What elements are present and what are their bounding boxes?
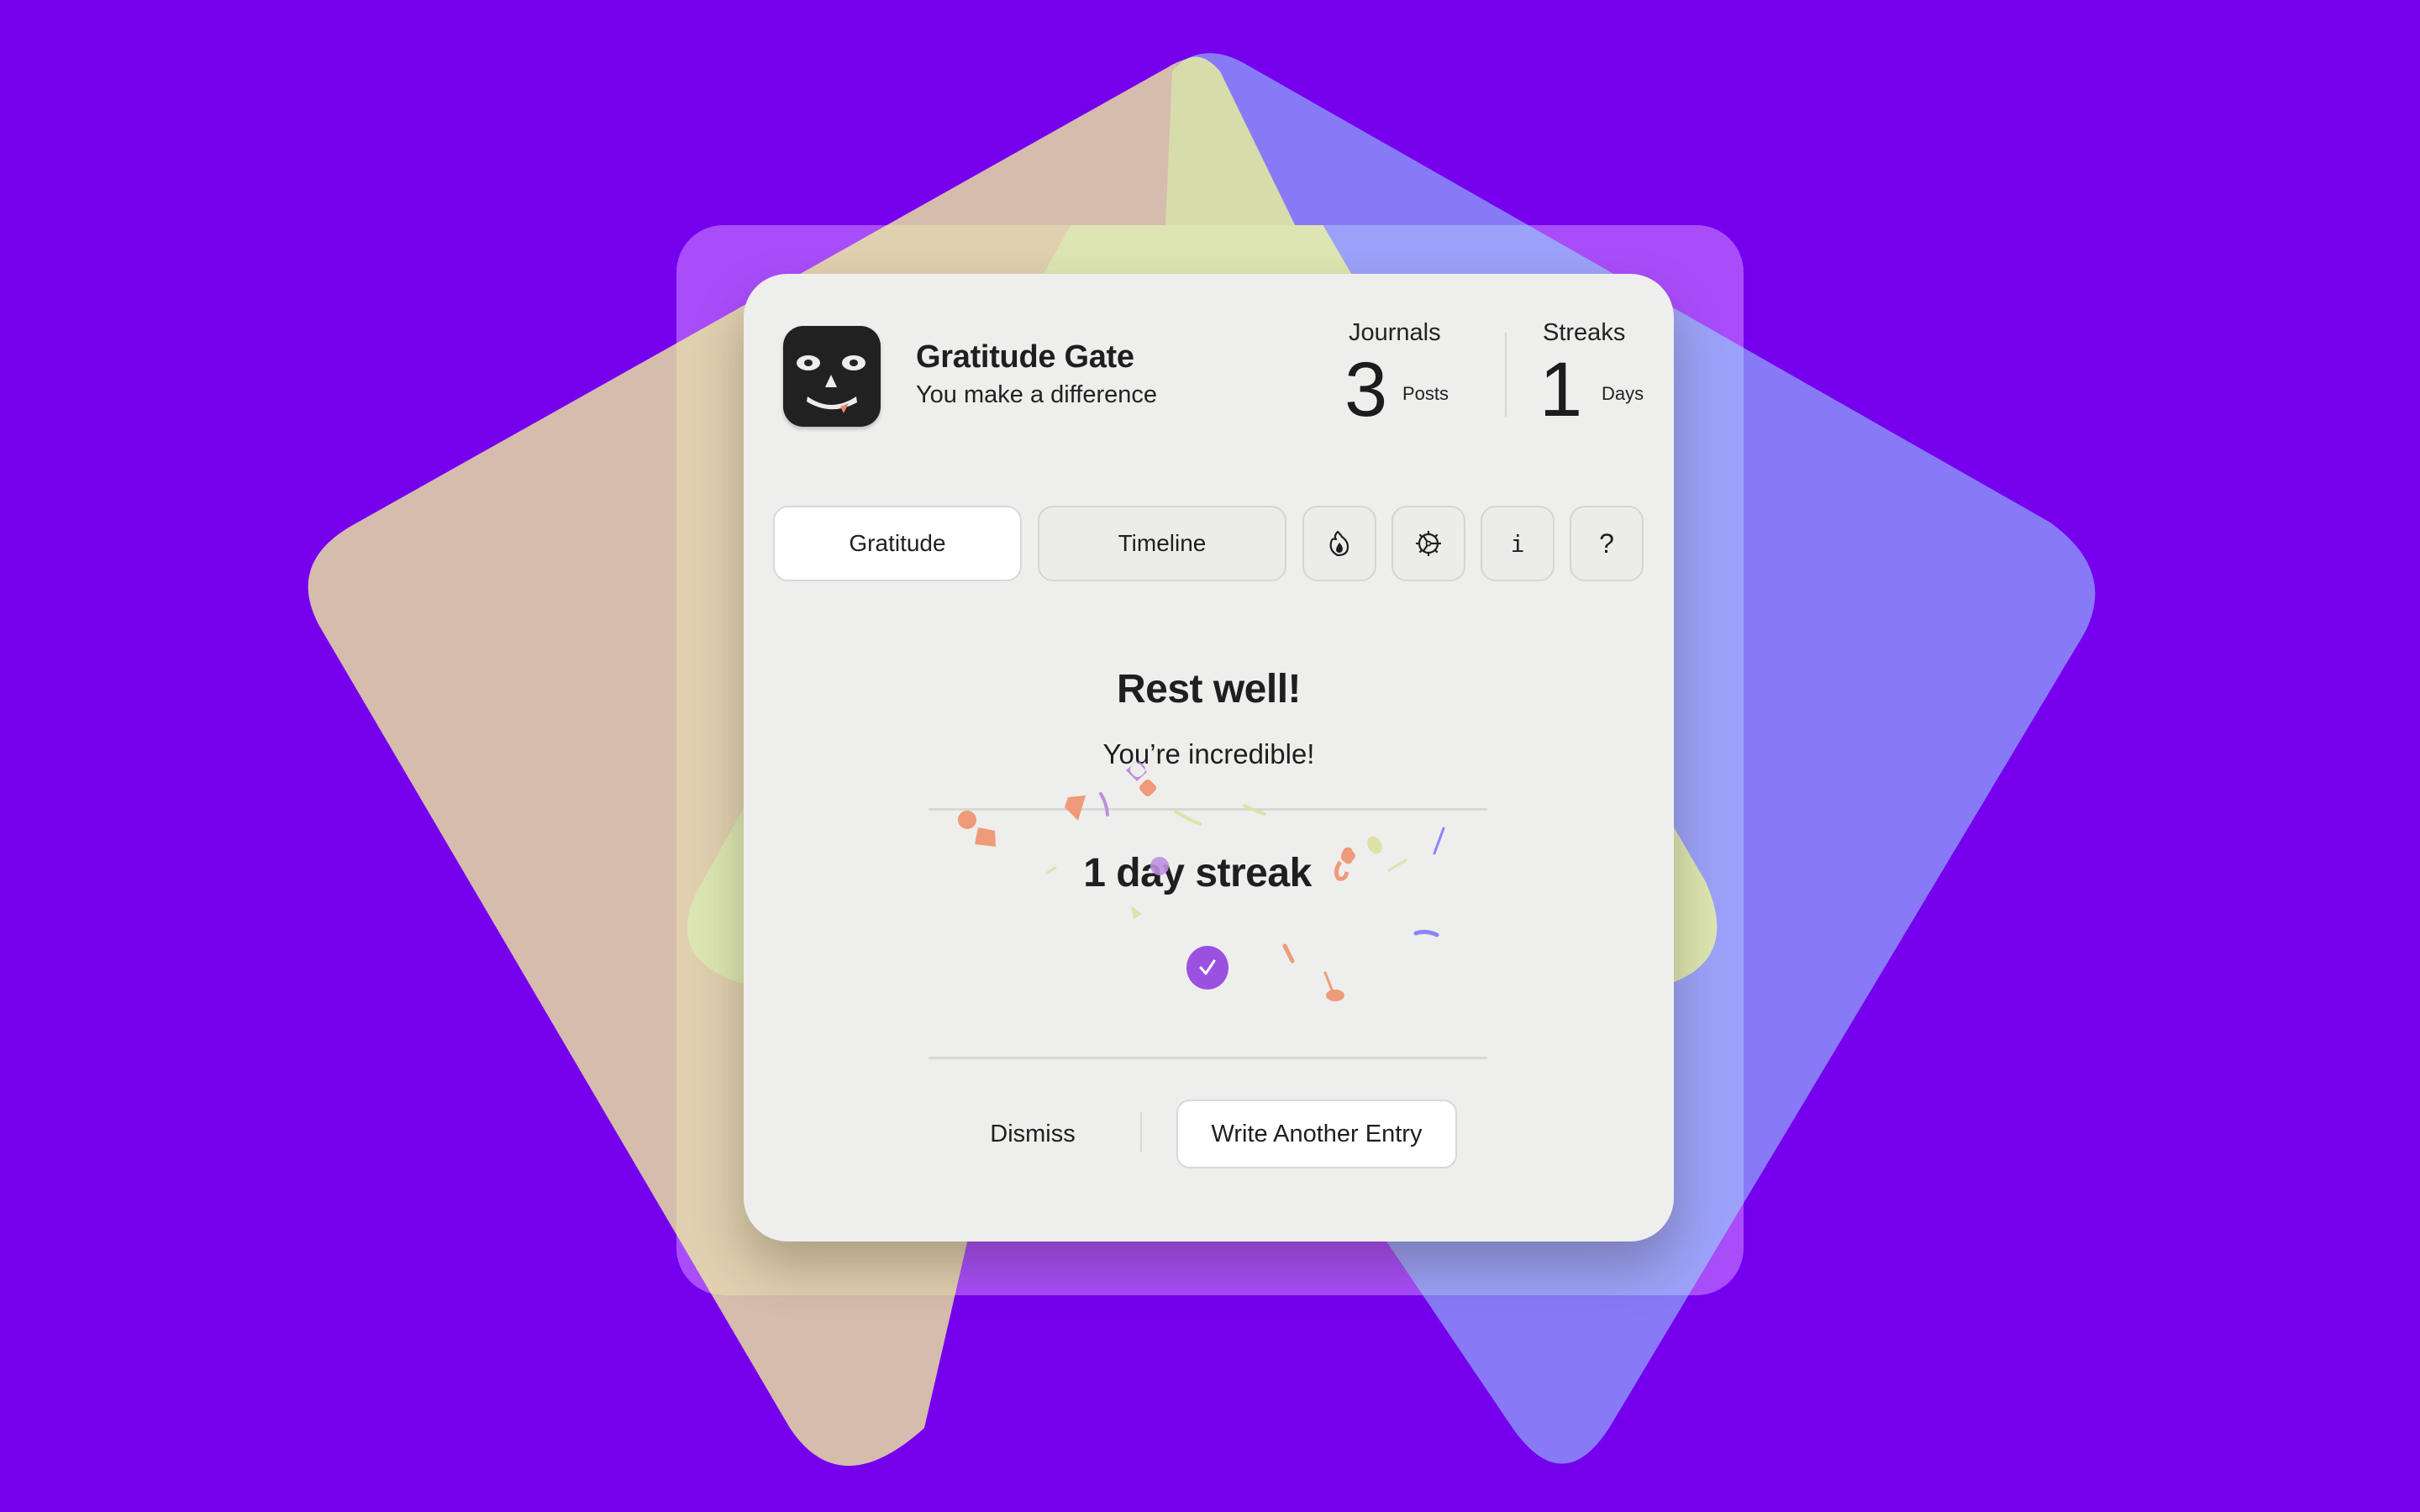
subline: You’re incredible! xyxy=(1102,738,1315,769)
dismiss-button[interactable]: Dismiss xyxy=(966,1117,1099,1151)
confetti-piece xyxy=(1413,929,1439,937)
confetti-piece xyxy=(1323,971,1334,991)
headline: Rest well! xyxy=(1116,667,1302,711)
confetti-piece xyxy=(1326,990,1344,1001)
info-icon: i xyxy=(1510,529,1525,558)
app-subtitle: You make a difference xyxy=(916,381,1157,408)
divider-top xyxy=(929,808,1487,811)
smiling-face-icon xyxy=(797,355,865,413)
actions-divider xyxy=(1140,1112,1142,1152)
confetti-piece xyxy=(1174,810,1202,826)
help-tab-button[interactable]: ? xyxy=(1570,506,1644,581)
write-another-entry-button[interactable]: Write Another Entry xyxy=(1176,1100,1457,1168)
gratitude-card: Gratitude Gate You make a difference Jou… xyxy=(744,274,1674,1242)
completed-check xyxy=(1186,946,1228,990)
checkmark-icon xyxy=(1199,959,1216,975)
divider-bottom xyxy=(929,1057,1487,1059)
gear-icon xyxy=(1416,531,1441,556)
streaks-label: Streaks xyxy=(1543,319,1626,346)
app-icon xyxy=(783,326,881,427)
streak-text: 1 day streak xyxy=(1083,851,1312,895)
streaks-tab-button[interactable] xyxy=(1302,506,1376,581)
confetti-piece xyxy=(1139,780,1156,796)
confetti-piece xyxy=(1282,943,1295,963)
info-tab-button[interactable]: i xyxy=(1481,506,1555,581)
confetti-piece xyxy=(1099,792,1109,816)
confetti-piece xyxy=(1131,906,1142,919)
confetti-piece xyxy=(975,827,996,847)
streaks-unit: Days xyxy=(1602,383,1644,404)
journals-label: Journals xyxy=(1349,319,1441,346)
help-icon: ? xyxy=(1599,528,1614,559)
confetti-piece xyxy=(958,811,976,829)
app-title: Gratitude Gate xyxy=(916,339,1134,375)
flame-icon xyxy=(1329,530,1349,557)
streaks-count: 1 xyxy=(1539,347,1583,433)
settings-tab-button[interactable] xyxy=(1392,506,1465,581)
journals-count: 3 xyxy=(1344,347,1388,433)
tab-gratitude[interactable]: Gratitude xyxy=(773,506,1022,581)
journals-unit: Posts xyxy=(1402,383,1449,404)
stats-divider xyxy=(1505,333,1507,417)
tab-timeline[interactable]: Timeline xyxy=(1038,506,1286,581)
